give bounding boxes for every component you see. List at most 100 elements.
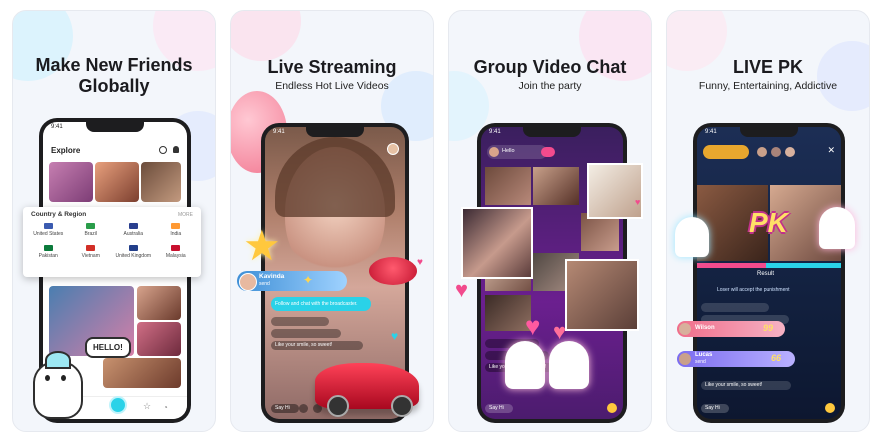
status-time: 9:41 — [51, 124, 63, 130]
country-label: India — [170, 231, 182, 237]
more-link[interactable]: MORE — [178, 212, 193, 218]
mascot-eye — [61, 375, 66, 381]
phone-mockup: 9:41 ✕ Result Loser will accept the puni… — [693, 123, 845, 423]
viewer-avatar[interactable] — [387, 143, 399, 155]
gift-notification: Wilson 99 — [677, 321, 785, 337]
card-title-line1: Make New Friends — [35, 55, 193, 75]
chat-message — [701, 303, 769, 312]
host-sub: send — [259, 281, 270, 287]
screen-title: Explore — [51, 146, 81, 155]
host-name: Kavinda — [259, 273, 285, 280]
viewer-avatar[interactable] — [771, 147, 781, 157]
flag-icon — [86, 245, 96, 251]
gift-count: 99 — [763, 323, 774, 333]
host-header — [703, 145, 749, 159]
gift-notification: Lucas send 66 — [677, 351, 795, 367]
room-avatar — [489, 147, 499, 157]
streamer-hair — [275, 137, 395, 217]
mascot-crest — [45, 351, 71, 369]
status-time: 9:41 — [273, 129, 285, 135]
punishment-banner: Loser will accept the punishment — [717, 287, 790, 293]
car-wheel — [391, 395, 413, 417]
ghost-sticker — [675, 217, 709, 257]
go-live-button[interactable] — [109, 396, 127, 414]
video-seat[interactable] — [485, 167, 531, 205]
country-item[interactable]: Pakistan — [27, 245, 70, 259]
comment-input[interactable]: Say Hi — [271, 404, 299, 413]
heart-icon: ♥ — [417, 257, 423, 268]
mascot — [27, 347, 85, 419]
phone-screen: 9:41 ✕ Result Loser will accept the puni… — [697, 127, 841, 419]
chat-message — [271, 329, 341, 338]
card-live-streaming: Live Streaming Endless Hot Live Videos 9… — [230, 10, 434, 432]
ghost-sticker — [549, 341, 589, 389]
follow-prompt[interactable]: Follow and chat with the broadcaster. — [271, 297, 371, 311]
country-grid: United States Brazil Australia India Pakista… — [27, 223, 197, 259]
search-icon[interactable] — [159, 146, 167, 154]
country-item[interactable]: India — [155, 223, 198, 237]
heart-icon: ♥ — [635, 197, 641, 207]
bell-icon[interactable] — [173, 146, 179, 153]
mascot-speech-bubble: HELLO! — [85, 337, 131, 358]
card-group-video-chat: Group Video Chat Join the party 9:41 Hel… — [448, 10, 652, 432]
country-item[interactable]: United States — [27, 223, 70, 237]
decor-blob — [231, 11, 301, 61]
phone-notch — [306, 127, 364, 137]
country-label: Vietnam — [81, 253, 100, 259]
phone-notch — [523, 127, 581, 137]
user-avatar — [679, 353, 691, 365]
clap-icon: ✦ — [303, 273, 314, 287]
chat-message: Like your smile, so sweet! — [701, 381, 791, 390]
flag-icon — [43, 223, 53, 229]
country-item[interactable]: Malaysia — [155, 245, 198, 259]
country-item[interactable]: Australia — [112, 223, 155, 237]
car-wheel — [327, 395, 349, 417]
country-label: United Kingdom — [115, 253, 152, 259]
explore-thumb[interactable] — [95, 162, 139, 202]
feed-thumb[interactable] — [103, 358, 181, 388]
status-time: 9:41 — [705, 129, 717, 135]
ghost-sticker — [819, 207, 855, 249]
user-sub: send — [695, 359, 706, 365]
featured-video[interactable] — [461, 207, 533, 279]
mascot-eye — [45, 375, 50, 381]
explore-thumb[interactable] — [141, 162, 181, 202]
country-item[interactable]: Brazil — [70, 223, 113, 237]
user-avatar — [679, 323, 691, 335]
country-region-panel: Country & Region MORE United States Brazi… — [23, 207, 201, 277]
share-icon[interactable] — [299, 404, 308, 413]
chat-message — [271, 317, 329, 326]
feed-thumb[interactable] — [137, 322, 181, 356]
viewer-avatar[interactable] — [785, 147, 795, 157]
join-button[interactable] — [541, 147, 555, 157]
featured-video[interactable] — [587, 163, 643, 219]
ghost-sticker — [505, 341, 545, 389]
gift-icon[interactable] — [825, 403, 835, 413]
phone-notch — [740, 127, 798, 137]
status-time: 9:41 — [489, 129, 501, 135]
card-subtitle: Endless Hot Live Videos — [275, 80, 389, 92]
explore-thumb[interactable] — [49, 162, 93, 202]
comment-input[interactable]: Say Hi — [485, 404, 513, 413]
viewer-avatar[interactable] — [757, 147, 767, 157]
country-label: Pakistan — [38, 253, 58, 259]
profile-icon[interactable]: ◔ — [163, 403, 168, 412]
comment-input[interactable]: Say Hi — [701, 404, 729, 413]
country-label: United States — [33, 231, 64, 237]
country-item[interactable]: United Kingdom — [112, 245, 155, 259]
close-icon[interactable]: ✕ — [827, 145, 835, 156]
phone-notch — [86, 122, 144, 132]
card-make-new-friends: Make New Friends Globally 9:41 Explore ☆… — [12, 10, 216, 432]
flag-icon — [128, 245, 138, 251]
host-tag[interactable]: Kavinda send ✦ — [237, 271, 347, 291]
heart-balloon: ♥ — [525, 311, 541, 341]
gift-count: 66 — [771, 353, 782, 363]
country-item[interactable]: Vietnam — [70, 245, 113, 259]
featured-video[interactable] — [565, 259, 639, 331]
card-title: Group Video Chat — [473, 57, 627, 77]
gift-icon[interactable] — [607, 403, 617, 413]
feed-thumb[interactable] — [137, 286, 181, 320]
region-label: Country & Region — [31, 211, 87, 218]
star-icon[interactable]: ☆ — [143, 401, 151, 412]
video-seat[interactable] — [533, 167, 579, 205]
